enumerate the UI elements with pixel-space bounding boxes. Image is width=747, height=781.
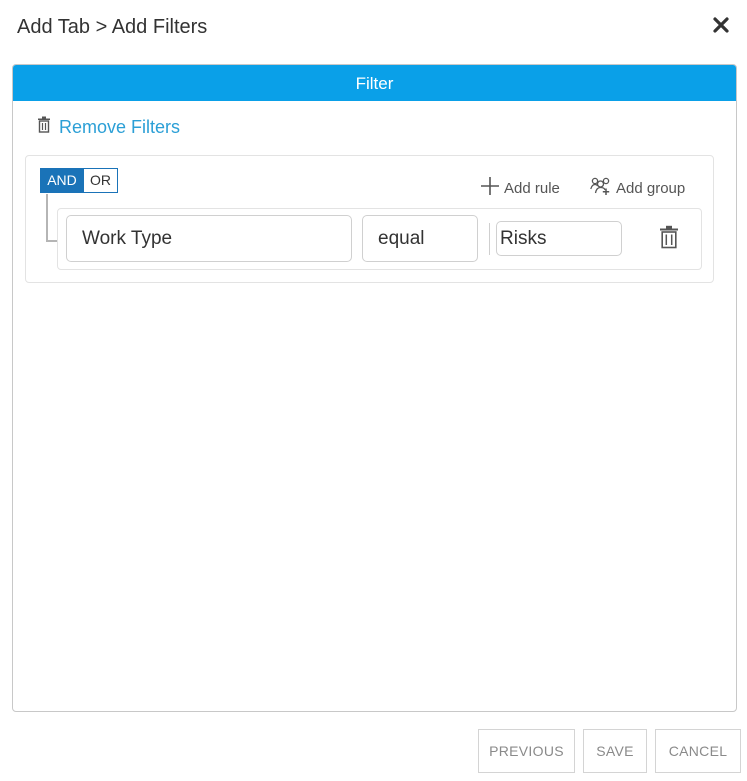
close-icon[interactable] [710, 14, 732, 36]
query-builder-group: AND OR Add rule Add group Work Type equa… [25, 155, 714, 283]
rule-operator-select[interactable]: equal [362, 215, 478, 262]
dialog-title: Add Tab > Add Filters [17, 16, 208, 38]
condition-toggle: AND OR [40, 168, 118, 193]
delete-rule-icon[interactable] [658, 225, 680, 249]
users-add-icon [590, 176, 612, 200]
add-rule-button[interactable]: Add rule [480, 176, 560, 200]
cancel-button[interactable]: CANCEL [655, 729, 741, 773]
previous-button[interactable]: PREVIOUS [478, 729, 575, 773]
condition-and-button[interactable]: AND [40, 168, 84, 193]
add-group-button[interactable]: Add group [590, 176, 685, 200]
rule-row: Work Type equal Risks [57, 208, 702, 270]
remove-filters-button[interactable]: Remove Filters [37, 115, 180, 139]
add-rule-label: Add rule [504, 179, 560, 197]
panel-header: Filter [13, 65, 736, 101]
condition-or-button[interactable]: OR [84, 168, 118, 193]
add-filters-dialog: Add Tab > Add Filters Filter Remove Filt… [0, 0, 747, 781]
value-separator [489, 223, 490, 255]
filter-panel: Filter Remove Filters AND OR Add rule Ad… [12, 64, 737, 712]
plus-icon [480, 176, 500, 200]
trash-icon [37, 116, 51, 138]
add-group-label: Add group [616, 179, 686, 197]
rule-attribute-select[interactable]: Work Type [66, 215, 352, 262]
rule-value-input[interactable]: Risks [496, 221, 622, 256]
remove-filters-label: Remove Filters [59, 116, 181, 137]
save-button[interactable]: SAVE [583, 729, 647, 773]
